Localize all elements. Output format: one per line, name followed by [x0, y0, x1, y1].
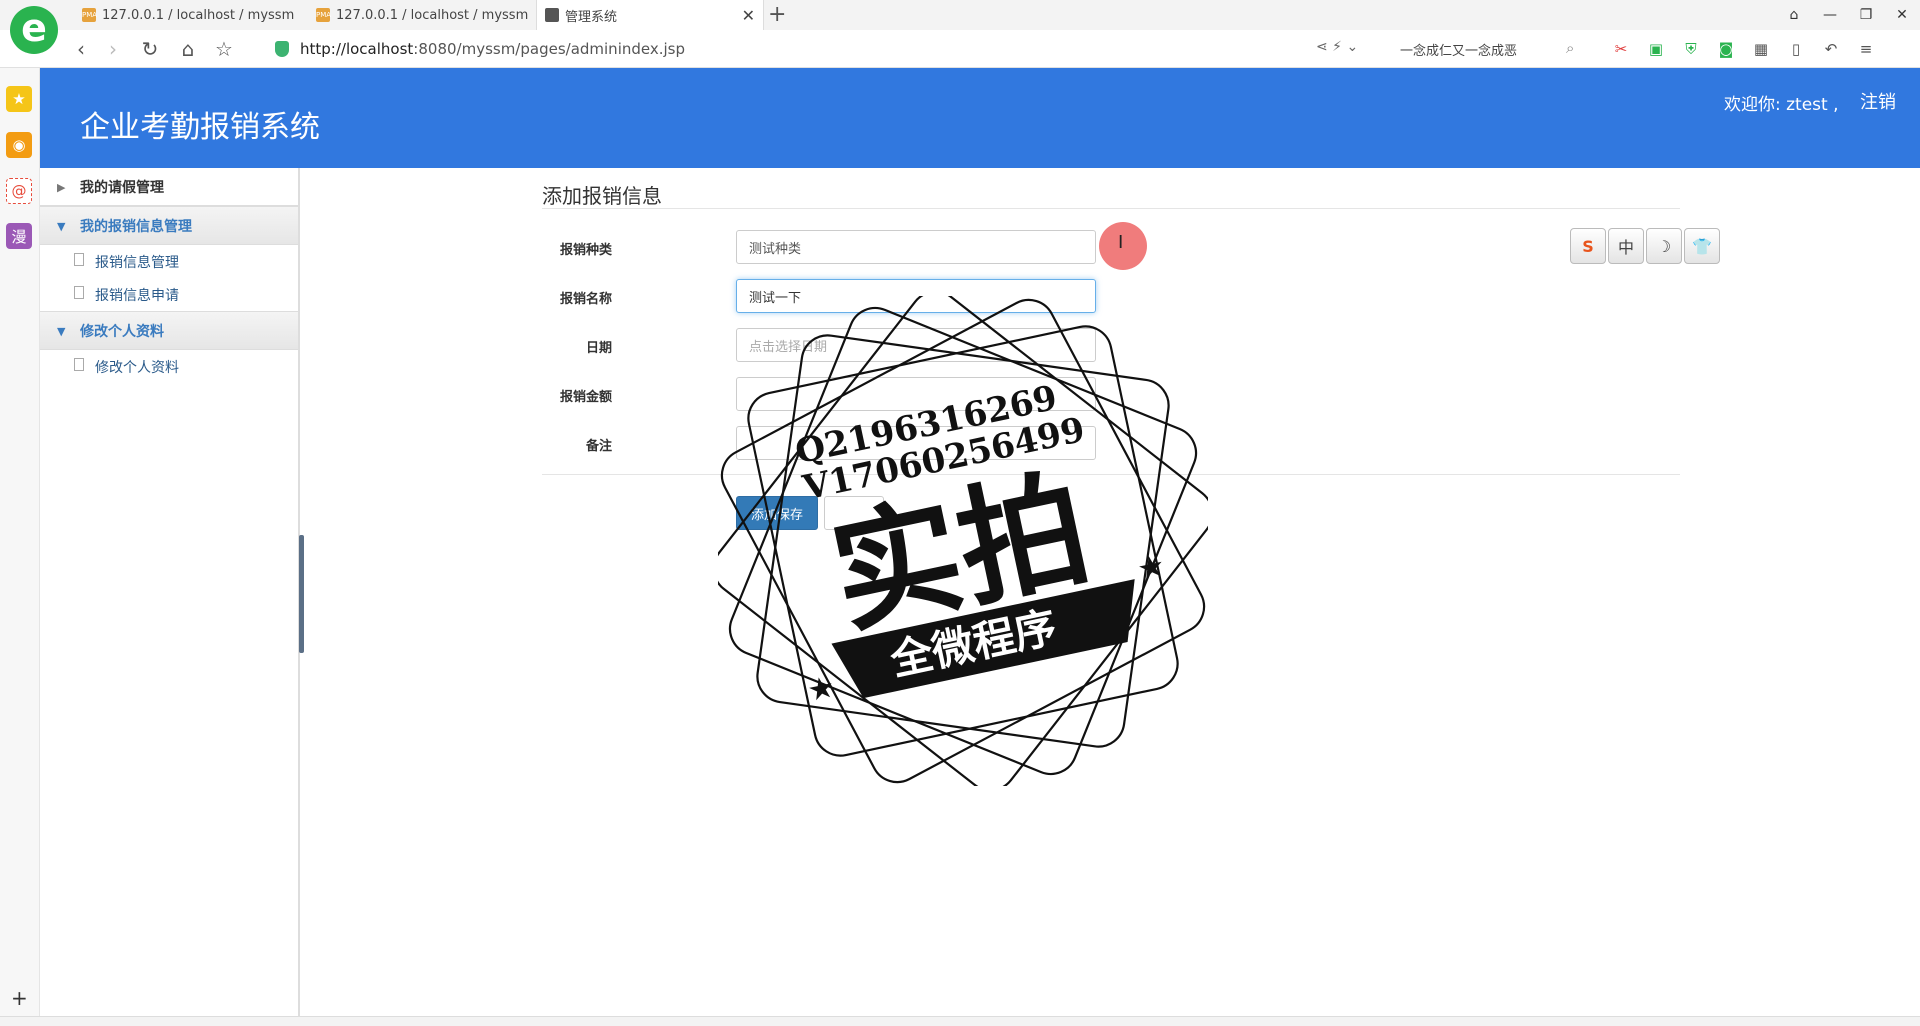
document-icon	[74, 253, 84, 266]
logout-link[interactable]: 注销	[1860, 88, 1896, 114]
caret-down-icon: ▼	[57, 220, 66, 233]
menu-group-leave: ▶ 我的请假管理	[40, 168, 298, 207]
address-bar[interactable]: http://localhost:8080/myssm/pages/admini…	[300, 40, 685, 58]
add-icon[interactable]: +	[11, 986, 28, 1010]
menu-item-profile-edit[interactable]: 修改个人资料	[40, 350, 298, 383]
search-icon[interactable]: ⌕	[1566, 39, 1574, 57]
browser-sidebar: ★ ◉ @ 漫 +	[0, 68, 40, 1016]
shirt-icon[interactable]: 👕	[1684, 228, 1720, 264]
form-row-type: 报销种类 测试种类	[542, 230, 1096, 264]
form-row-date: 日期 点击选择日期	[542, 328, 1096, 362]
restore-icon[interactable]: ❐	[1848, 0, 1884, 30]
browser-tab[interactable]: PMA 127.0.0.1 / localhost / myssm	[74, 0, 304, 30]
share-icon[interactable]: ⋖ ⚡ ⌄	[1316, 39, 1358, 55]
chinese-mode-icon[interactable]: 中	[1608, 228, 1644, 264]
favorites-star-icon[interactable]: ★	[6, 86, 32, 112]
page-icon	[545, 8, 559, 22]
tab-label: 127.0.0.1 / localhost / myssm	[336, 7, 529, 23]
expense-name-input[interactable]: 测试一下	[736, 279, 1096, 313]
menu-item-expense-apply[interactable]: 报销信息申请	[40, 278, 298, 311]
field-label: 报销种类	[559, 243, 612, 258]
window-controls: ⌂ — ❐ ✕	[1776, 0, 1920, 30]
text-cursor-icon: I	[1118, 232, 1124, 253]
mail-icon[interactable]: @	[6, 178, 32, 204]
tablet-icon[interactable]: ▯	[1785, 38, 1807, 60]
expense-type-input[interactable]: 测试种类	[736, 230, 1096, 264]
extension-icons: ✂ ▣ ⛨ ◙ ▦ ▯ ↶ ≡	[1610, 38, 1877, 60]
field-label: 报销金额	[559, 390, 612, 405]
extension-icon[interactable]: ▣	[1645, 38, 1667, 60]
browser-toolbar: ‹ › ↻ ⌂ ☆ http://localhost:8080/myssm/pa…	[0, 30, 1920, 68]
document-icon	[74, 358, 84, 371]
field-label: 备注	[585, 439, 612, 454]
search-input[interactable]: 一念成仁又一念成恶	[1400, 40, 1517, 59]
star-icon[interactable]: ☆	[211, 36, 237, 62]
caret-right-icon: ▶	[57, 181, 66, 194]
game-icon[interactable]: ◙	[1715, 38, 1737, 60]
close-window-icon[interactable]: ✕	[1884, 0, 1920, 30]
main-content: 添加报销信息 报销种类 测试种类 报销名称 测试一下 日期 点击选择日期 报销金…	[304, 168, 1920, 1016]
tab-label: 127.0.0.1 / localhost / myssm	[102, 7, 295, 23]
browser-tab-active[interactable]: 管理系统 ✕	[536, 0, 764, 30]
forward-icon[interactable]: ›	[100, 36, 126, 62]
menu-group-profile: ▼ 修改个人资料 修改个人资料	[40, 312, 298, 383]
secondary-button[interactable]	[824, 496, 884, 530]
scissors-icon[interactable]: ✂	[1610, 38, 1632, 60]
tab-label: 管理系统	[565, 9, 618, 25]
divider	[542, 208, 1680, 209]
back-icon[interactable]: ‹	[68, 36, 94, 62]
app-sidebar: ▶ 我的请假管理 ▼ 我的报销信息管理 报销信息管理 报销信息申请 ▼ 修改个人…	[40, 168, 300, 1016]
form-row-remark: 备注	[542, 426, 1096, 460]
caret-down-icon: ▼	[57, 325, 66, 338]
menu-item-expense-manage[interactable]: 报销信息管理	[40, 245, 298, 278]
save-button[interactable]: 添加保存	[736, 496, 818, 530]
app-title: 企业考勤报销系统	[80, 110, 320, 145]
date-input[interactable]: 点击选择日期	[736, 328, 1096, 362]
menu-icon[interactable]: ≡	[1855, 38, 1877, 60]
sogou-icon[interactable]: S	[1570, 228, 1606, 264]
menu-head-leave[interactable]: ▶ 我的请假管理	[40, 168, 298, 206]
amount-input[interactable]	[736, 377, 1096, 411]
weibo-icon[interactable]: ◉	[6, 132, 32, 158]
status-bar	[0, 1016, 1920, 1026]
menu-head-expense[interactable]: ▼ 我的报销信息管理	[40, 207, 298, 245]
welcome-text: 欢迎你: ztest ,	[1724, 95, 1839, 115]
divider	[542, 474, 1680, 475]
security-shield-icon	[275, 41, 289, 57]
form-title: 添加报销信息	[542, 184, 662, 208]
minimize-icon[interactable]: —	[1812, 0, 1848, 30]
skin-icon[interactable]: ⌂	[1776, 0, 1812, 30]
field-label: 日期	[585, 341, 612, 356]
screen: PMA 127.0.0.1 / localhost / myssm PMA 12…	[0, 0, 1920, 1026]
remark-input[interactable]	[736, 426, 1096, 460]
phpmyadmin-icon: PMA	[316, 8, 331, 22]
form-row-amount: 报销金额	[542, 377, 1096, 411]
document-icon	[74, 286, 84, 299]
field-label: 报销名称	[559, 292, 612, 307]
moon-icon[interactable]: ☽	[1646, 228, 1682, 264]
reload-icon[interactable]: ↻	[137, 36, 163, 62]
comic-icon[interactable]: 漫	[6, 223, 32, 249]
apps-grid-icon[interactable]: ▦	[1750, 38, 1772, 60]
browser-tab[interactable]: PMA 127.0.0.1 / localhost / myssm	[308, 0, 538, 30]
phpmyadmin-icon: PMA	[82, 8, 97, 22]
shield-icon[interactable]: ⛨	[1680, 38, 1702, 60]
menu-group-expense: ▼ 我的报销信息管理 报销信息管理 报销信息申请	[40, 207, 298, 312]
app-header: 企业考勤报销系统 欢迎你: ztest , 注销	[40, 68, 1920, 168]
undo-icon[interactable]: ↶	[1820, 38, 1842, 60]
new-tab-button[interactable]: +	[768, 2, 786, 27]
close-icon[interactable]: ✕	[742, 6, 755, 25]
browser-logo-icon[interactable]: e	[10, 6, 58, 54]
home-icon[interactable]: ⌂	[175, 36, 201, 62]
menu-head-profile[interactable]: ▼ 修改个人资料	[40, 312, 298, 350]
browser-tabstrip: PMA 127.0.0.1 / localhost / myssm PMA 12…	[0, 0, 1920, 30]
form-row-name: 报销名称 测试一下	[542, 279, 1096, 313]
ime-toolbar: S 中 ☽ 👕	[1570, 228, 1720, 264]
